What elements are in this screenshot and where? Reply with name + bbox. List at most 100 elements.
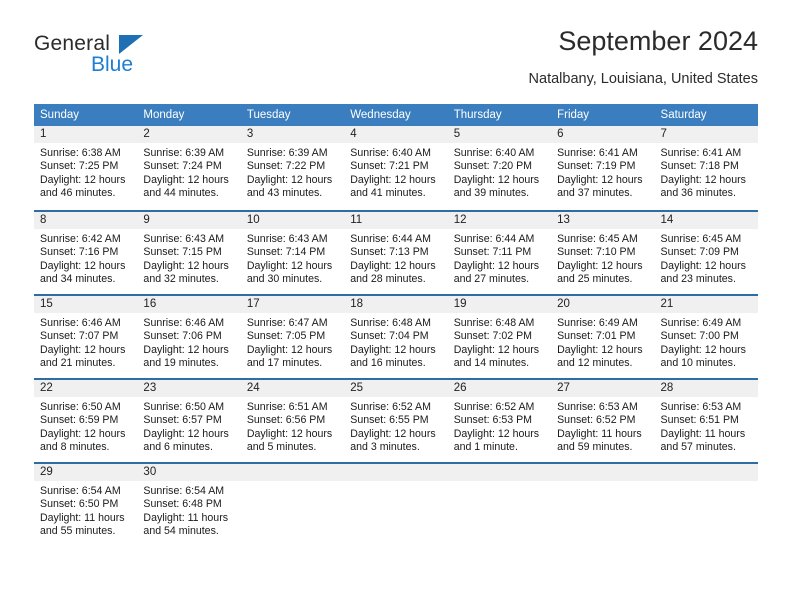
calendar-day-cell[interactable]: 11 Sunrise: 6:44 AM Sunset: 7:13 PM Dayligh…: [344, 210, 448, 294]
day-number: 27: [551, 380, 655, 397]
general-blue-logo[interactable]: General Blue: [34, 32, 264, 90]
calendar-day-cell[interactable]: 13 Sunrise: 6:45 AM Sunset: 7:10 PM Dayligh…: [551, 210, 655, 294]
sunrise-text: Sunrise: 6:52 AM: [350, 401, 431, 413]
day-number: 7: [654, 126, 758, 143]
calendar-week-row: 29 Sunrise: 6:54 AM Sunset: 6:50 PM Dayligh…: [34, 462, 758, 546]
calendar-day-cell[interactable]: 1 Sunrise: 6:38 AM Sunset: 7:25 PM Daylight…: [34, 126, 138, 210]
sunrise-text: Sunrise: 6:39 AM: [246, 147, 328, 159]
calendar-day-cell[interactable]: 8 Sunrise: 6:42 AM Sunset: 7:16 PM Daylight…: [34, 210, 138, 294]
calendar-day-cell[interactable]: 7 Sunrise: 6:41 AM Sunset: 7:18 PM Daylight…: [654, 126, 758, 210]
calendar-day-cell[interactable]: 9 Sunrise: 6:43 AM Sunset: 7:15 PM Daylight…: [137, 210, 241, 294]
sunrise-text: Sunrise: 6:46 AM: [143, 317, 225, 329]
daylight-text: Daylight: 12 hours and 36 minutes.: [660, 173, 746, 200]
sunrise-text: Sunrise: 6:40 AM: [453, 147, 535, 159]
calendar-day-cell[interactable]: 24 Sunrise: 6:51 AM Sunset: 6:56 PM Dayligh…: [240, 378, 345, 462]
day-number: 23: [137, 380, 241, 397]
logo-text-blue: Blue: [91, 53, 134, 76]
sunrise-text: Sunrise: 6:45 AM: [557, 233, 638, 245]
calendar-day-cell[interactable]: 19 Sunrise: 6:48 AM Sunset: 7:02 PM Dayligh…: [447, 294, 552, 378]
day-number: 6: [551, 126, 655, 143]
calendar-day-cell[interactable]: 25 Sunrise: 6:52 AM Sunset: 6:55 PM Dayligh…: [344, 378, 448, 462]
sunrise-text: Sunrise: 6:53 AM: [557, 401, 638, 413]
calendar-day-cell[interactable]: 10 Sunrise: 6:43 AM Sunset: 7:14 PM Dayligh…: [240, 210, 345, 294]
calendar-day-cell[interactable]: 17 Sunrise: 6:47 AM Sunset: 7:05 PM Dayligh…: [240, 294, 345, 378]
sunrise-text: Sunrise: 6:40 AM: [350, 147, 431, 159]
page-subtitle: Natalbany, Louisiana, United States: [528, 71, 758, 87]
sunrise-text: Sunrise: 6:49 AM: [660, 317, 742, 329]
calendar-body: 1 Sunrise: 6:38 AM Sunset: 7:25 PM Daylight…: [34, 126, 758, 546]
page-header: General Blue September 2024 Natalbany, L…: [34, 26, 758, 98]
logo-triangle-icon: [119, 35, 143, 54]
calendar-day-cell[interactable]: 21 Sunrise: 6:49 AM Sunset: 7:00 PM Dayligh…: [654, 294, 758, 378]
calendar-day-cell[interactable]: 14 Sunrise: 6:45 AM Sunset: 7:09 PM Dayligh…: [654, 210, 758, 294]
daylight-text: Daylight: 12 hours and 30 minutes.: [246, 259, 333, 286]
calendar-day-cell[interactable]: 2 Sunrise: 6:39 AM Sunset: 7:24 PM Daylight…: [137, 126, 241, 210]
day-number: 3: [240, 126, 345, 143]
daylight-text: Daylight: 12 hours and 27 minutes.: [453, 259, 540, 286]
day-number: 25: [344, 380, 448, 397]
sunset-text: Sunset: 7:01 PM: [557, 330, 636, 343]
calendar-day-cell[interactable]: 18 Sunrise: 6:48 AM Sunset: 7:04 PM Dayligh…: [344, 294, 448, 378]
sunrise-text: Sunrise: 6:41 AM: [660, 147, 742, 159]
weekday-header-friday: Friday: [551, 104, 655, 126]
weekday-header-saturday: Saturday: [654, 104, 758, 126]
sunset-text: Sunset: 6:59 PM: [40, 414, 119, 427]
sunset-text: Sunset: 6:55 PM: [350, 414, 429, 427]
day-number: 9: [137, 212, 241, 229]
calendar-day-cell[interactable]: 16 Sunrise: 6:46 AM Sunset: 7:06 PM Dayligh…: [137, 294, 241, 378]
sunrise-text: Sunrise: 6:52 AM: [453, 401, 535, 413]
sunset-text: Sunset: 6:51 PM: [660, 414, 739, 427]
calendar-day-cell[interactable]: 23 Sunrise: 6:50 AM Sunset: 6:57 PM Dayligh…: [137, 378, 241, 462]
day-number: 26: [447, 380, 552, 397]
weekday-header-monday: Monday: [137, 104, 241, 126]
sunrise-text: Sunrise: 6:54 AM: [40, 485, 121, 497]
day-number: 8: [34, 212, 138, 229]
calendar-day-cell[interactable]: 12 Sunrise: 6:44 AM Sunset: 7:11 PM Dayligh…: [447, 210, 552, 294]
calendar-day-cell[interactable]: 5 Sunrise: 6:40 AM Sunset: 7:20 PM Daylight…: [447, 126, 552, 210]
sunrise-text: Sunrise: 6:39 AM: [143, 147, 225, 159]
day-number: 1: [34, 126, 138, 143]
sunrise-text: Sunrise: 6:42 AM: [40, 233, 121, 245]
daylight-text: Daylight: 12 hours and 28 minutes.: [350, 259, 436, 286]
page-title: September 2024: [558, 26, 758, 56]
daylight-text: Daylight: 12 hours and 19 minutes.: [143, 343, 229, 370]
calendar-week-row: 22 Sunrise: 6:50 AM Sunset: 6:59 PM Dayligh…: [34, 378, 758, 462]
sunset-text: Sunset: 6:52 PM: [557, 414, 636, 427]
calendar-day-cell[interactable]: 28 Sunrise: 6:53 AM Sunset: 6:51 PM Dayligh…: [654, 378, 758, 462]
calendar-day-cell[interactable]: 29 Sunrise: 6:54 AM Sunset: 6:50 PM Dayligh…: [34, 462, 138, 546]
sunrise-text: Sunrise: 6:50 AM: [40, 401, 121, 413]
calendar-day-cell[interactable]: 4 Sunrise: 6:40 AM Sunset: 7:21 PM Daylight…: [344, 126, 448, 210]
day-number: 22: [34, 380, 138, 397]
calendar-day-cell[interactable]: 6 Sunrise: 6:41 AM Sunset: 7:19 PM Daylight…: [551, 126, 655, 210]
calendar-day-cell[interactable]: 22 Sunrise: 6:50 AM Sunset: 6:59 PM Dayligh…: [34, 378, 138, 462]
daylight-text: Daylight: 12 hours and 16 minutes.: [350, 343, 436, 370]
day-number: 2: [137, 126, 241, 143]
daylight-text: Daylight: 12 hours and 6 minutes.: [143, 427, 229, 454]
daylight-text: Daylight: 12 hours and 32 minutes.: [143, 259, 229, 286]
daylight-text: Daylight: 12 hours and 25 minutes.: [557, 259, 643, 286]
calendar-day-cell[interactable]: 15 Sunrise: 6:46 AM Sunset: 7:07 PM Dayligh…: [34, 294, 138, 378]
daylight-text: Daylight: 12 hours and 21 minutes.: [40, 343, 126, 370]
day-number: 21: [654, 296, 758, 313]
calendar-day-cell[interactable]: 26 Sunrise: 6:52 AM Sunset: 6:53 PM Dayligh…: [447, 378, 552, 462]
sunrise-text: Sunrise: 6:43 AM: [143, 233, 225, 245]
sunset-text: Sunset: 6:56 PM: [246, 414, 326, 427]
daylight-text: Daylight: 11 hours and 55 minutes.: [40, 511, 125, 538]
sunset-text: Sunset: 7:09 PM: [660, 246, 739, 259]
sunrise-text: Sunrise: 6:43 AM: [246, 233, 328, 245]
calendar-day-cell[interactable]: 30 Sunrise: 6:54 AM Sunset: 6:48 PM Dayligh…: [137, 462, 241, 546]
day-number: 11: [344, 212, 448, 229]
day-number: [344, 464, 448, 481]
calendar-day-cell[interactable]: 27 Sunrise: 6:53 AM Sunset: 6:52 PM Dayligh…: [551, 378, 655, 462]
calendar-day-cell[interactable]: 20 Sunrise: 6:49 AM Sunset: 7:01 PM Dayligh…: [551, 294, 655, 378]
sunset-text: Sunset: 7:16 PM: [40, 246, 119, 259]
daylight-text: Daylight: 12 hours and 5 minutes.: [246, 427, 333, 454]
sunset-text: Sunset: 7:21 PM: [350, 160, 429, 173]
daylight-text: Daylight: 11 hours and 54 minutes.: [143, 511, 229, 538]
sunset-text: Sunset: 7:24 PM: [143, 160, 222, 173]
day-number: 20: [551, 296, 655, 313]
daylight-text: Daylight: 12 hours and 1 minute.: [453, 427, 540, 454]
sunset-text: Sunset: 7:20 PM: [453, 160, 533, 173]
calendar-day-cell[interactable]: 3 Sunrise: 6:39 AM Sunset: 7:22 PM Daylight…: [240, 126, 345, 210]
daylight-text: Daylight: 12 hours and 3 minutes.: [350, 427, 436, 454]
